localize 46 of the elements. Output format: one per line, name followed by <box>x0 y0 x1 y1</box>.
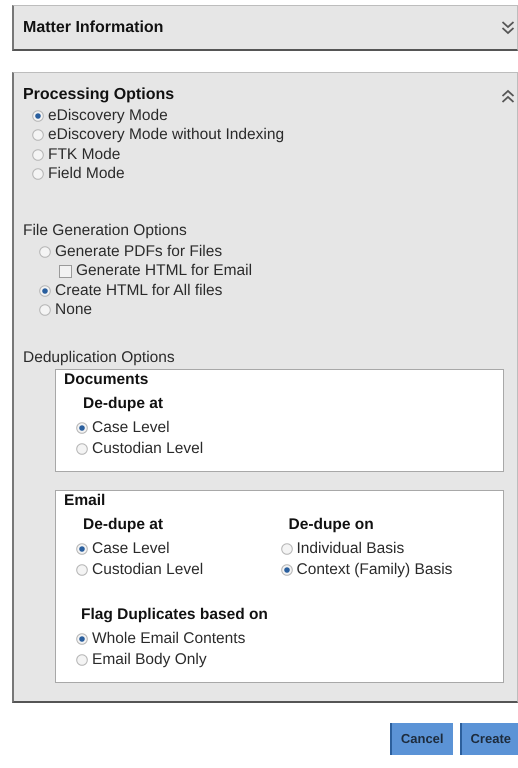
option-heading: Flag Duplicates based on <box>80 605 269 625</box>
radio-selected-icon[interactable] <box>76 422 88 434</box>
create-button[interactable]: Create <box>460 723 518 755</box>
radio-option[interactable]: eDiscovery Mode without Indexing <box>48 126 284 144</box>
radio-selected-icon[interactable] <box>76 542 88 554</box>
panel-title: Matter Information <box>23 18 164 36</box>
option-heading: De-dupe on <box>288 515 375 535</box>
radio-icon[interactable] <box>32 168 44 180</box>
option-heading: De-dupe at <box>82 394 164 414</box>
section-label: Deduplication Options <box>23 349 176 368</box>
radio-option[interactable]: Create HTML for All files <box>55 282 222 300</box>
radio-icon[interactable] <box>76 564 88 576</box>
radio-selected-icon[interactable] <box>280 564 292 576</box>
expand-icon[interactable] <box>501 20 515 36</box>
checkbox-icon[interactable] <box>59 264 72 278</box>
radio-option[interactable]: Custodian Level <box>92 440 204 458</box>
radio-option[interactable]: eDiscovery Mode <box>48 106 168 125</box>
radio-option[interactable]: None <box>55 301 92 320</box>
radio-icon[interactable] <box>76 654 88 666</box>
group-title: Documents <box>64 371 150 390</box>
radio-option[interactable]: Whole Email Contents <box>92 630 246 648</box>
radio-icon[interactable] <box>32 129 44 142</box>
radio-icon[interactable] <box>32 148 44 161</box>
collapse-icon[interactable] <box>501 88 515 104</box>
panel-title: Processing Options <box>23 86 174 104</box>
radio-selected-icon[interactable] <box>76 632 88 644</box>
radio-icon[interactable] <box>39 304 51 316</box>
radio-option[interactable]: Email Body Only <box>92 650 207 668</box>
radio-option[interactable]: Case Level <box>92 540 170 558</box>
radio-icon[interactable] <box>76 442 88 454</box>
radio-option[interactable]: FTK Mode <box>48 146 120 164</box>
radio-icon[interactable] <box>39 246 51 258</box>
radio-icon[interactable] <box>280 542 292 554</box>
group-title: Email <box>64 492 106 511</box>
radio-option[interactable]: Case Level <box>92 418 170 436</box>
radio-option[interactable]: Context (Family) Basis <box>296 560 452 578</box>
radio-option[interactable]: Custodian Level <box>92 560 204 578</box>
radio-selected-icon[interactable] <box>39 284 51 297</box>
checkbox-option[interactable]: Generate HTML for Email <box>76 262 252 280</box>
radio-option[interactable]: Field Mode <box>48 165 125 184</box>
radio-option[interactable]: Generate PDFs for Files <box>55 242 222 261</box>
cancel-button[interactable]: Cancel <box>390 723 453 755</box>
section-label: File Generation Options <box>23 222 188 241</box>
radio-option[interactable]: Individual Basis <box>296 540 404 558</box>
option-heading: De-dupe at <box>82 515 164 535</box>
radio-selected-icon[interactable] <box>32 110 44 122</box>
